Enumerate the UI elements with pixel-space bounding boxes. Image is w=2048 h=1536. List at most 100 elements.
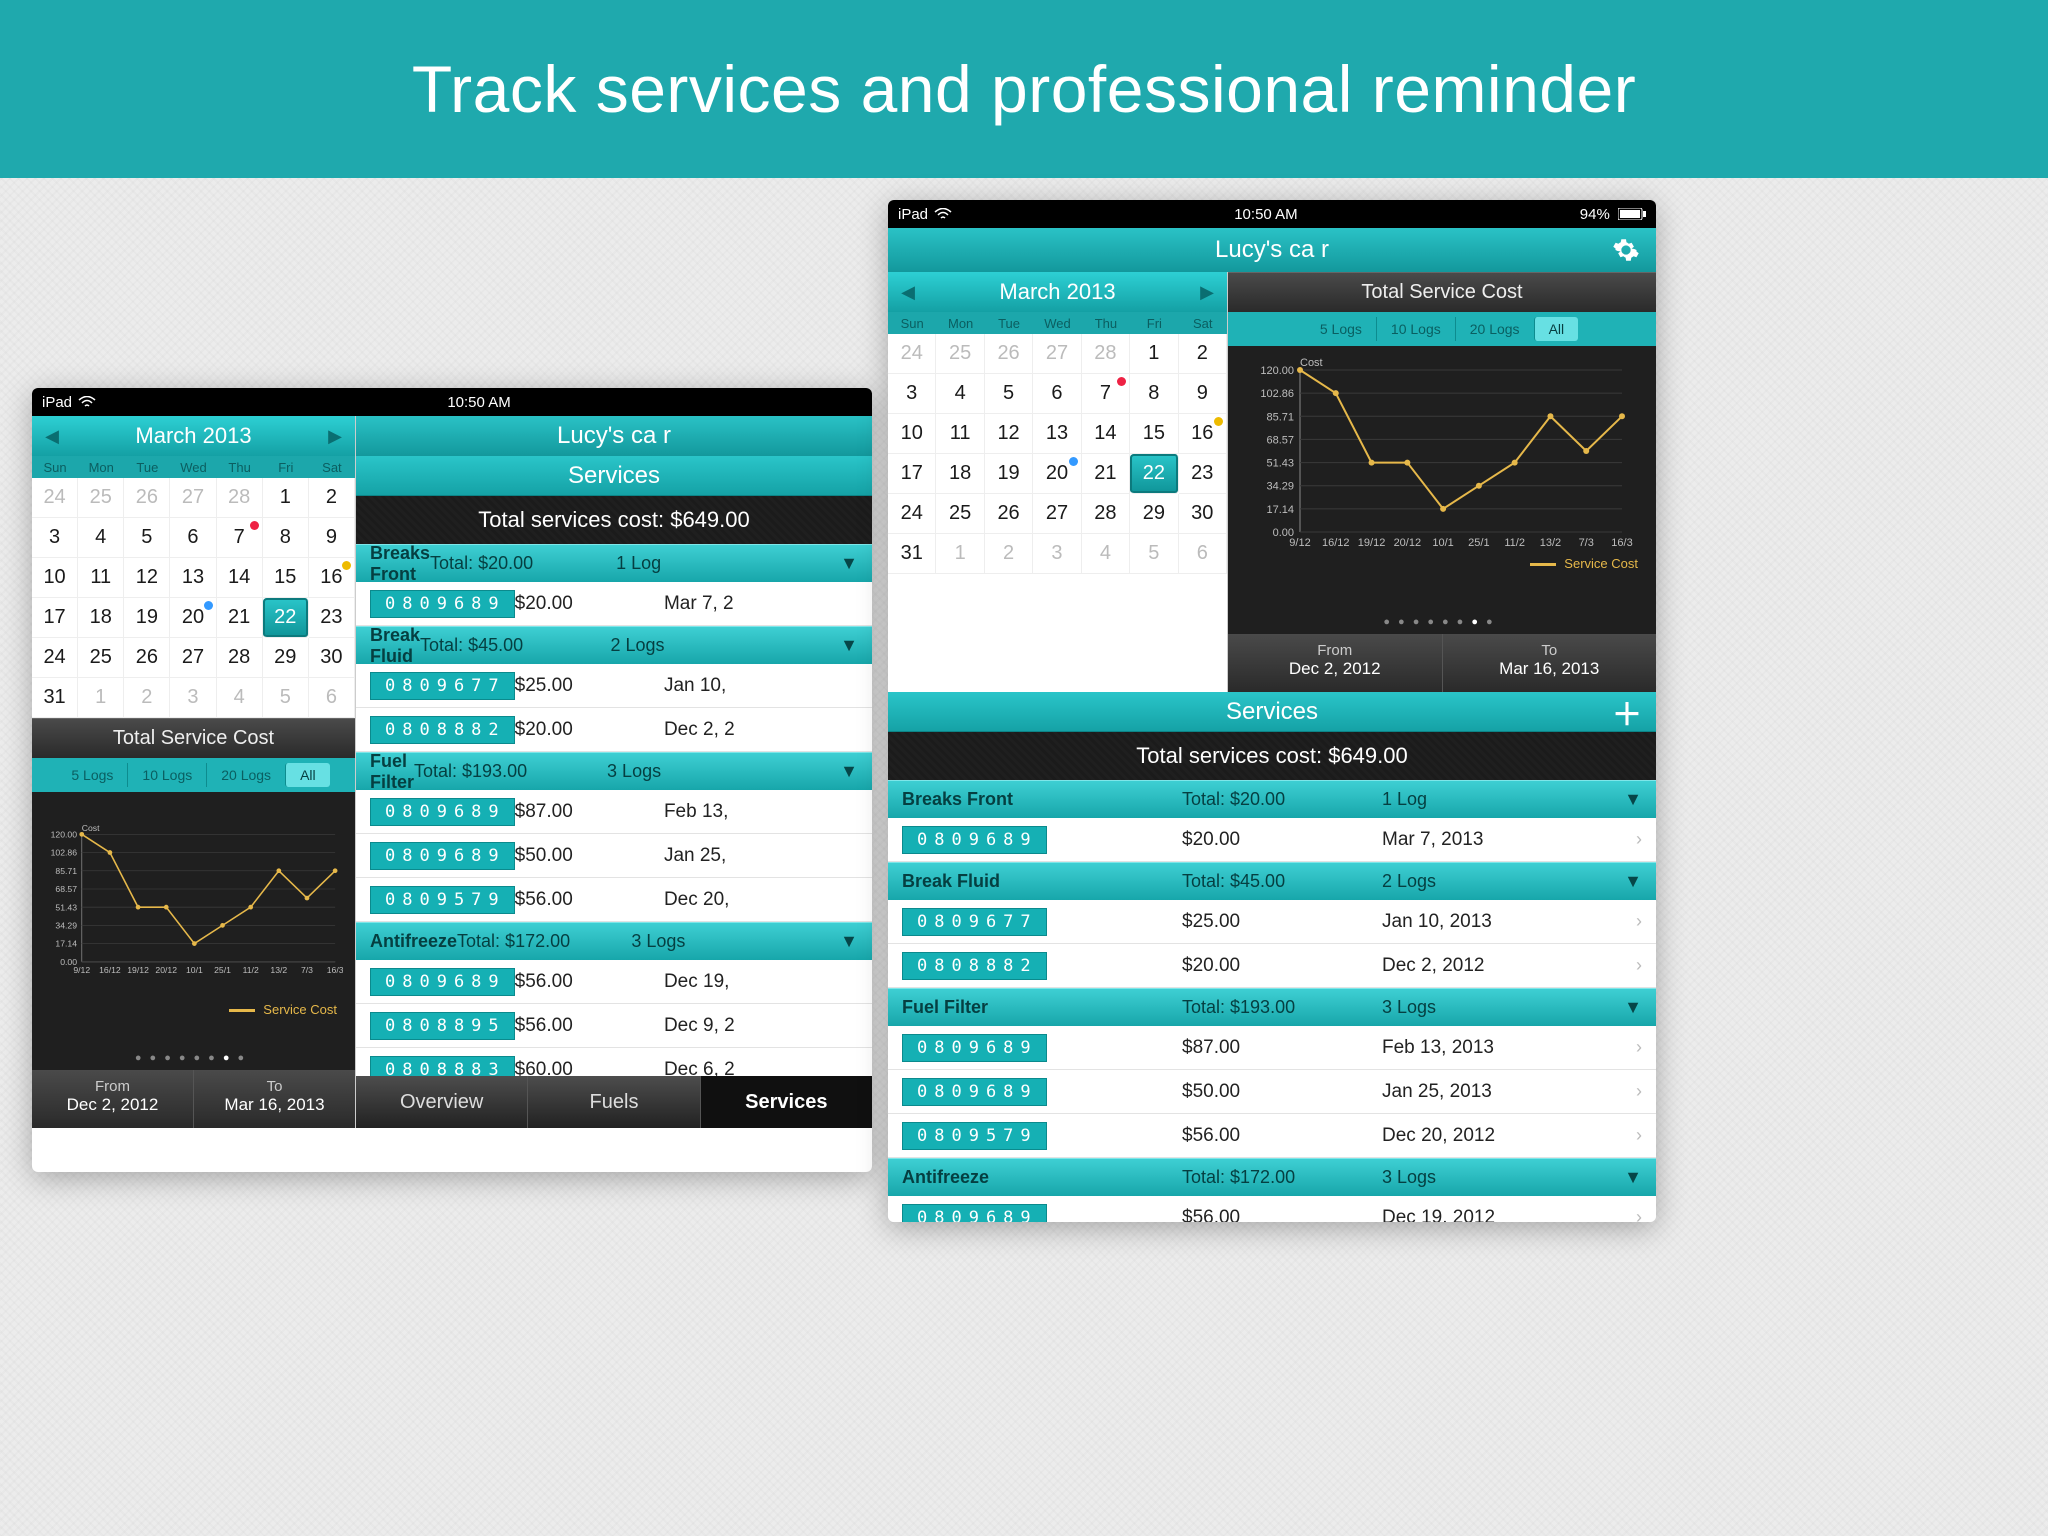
service-log-row[interactable]: 0809689 $20.00 Mar 7, 2 <box>356 582 872 626</box>
calendar-day[interactable]: 2 <box>985 534 1033 574</box>
calendar-day[interactable]: 24 <box>888 494 936 534</box>
calendar-day[interactable]: 23 <box>1179 454 1227 494</box>
calendar-day[interactable]: 3 <box>1033 534 1081 574</box>
calendar-day[interactable]: 11 <box>936 414 984 454</box>
calendar-day[interactable]: 28 <box>217 638 263 678</box>
calendar-day[interactable]: 23 <box>309 598 355 638</box>
calendar-day[interactable]: 1 <box>1130 334 1178 374</box>
service-log-row[interactable]: 0808883 $60.00 Dec 6, 2 <box>356 1048 872 1076</box>
service-log-row[interactable]: 0809689 $50.00 Jan 25, <box>356 834 872 878</box>
calendar-day[interactable]: 16 <box>1179 414 1227 454</box>
add-icon[interactable]: ＋ <box>1612 690 1642 734</box>
tab-fuels[interactable]: Fuels <box>527 1076 699 1128</box>
calendar-day[interactable]: 17 <box>32 598 78 638</box>
calendar-day[interactable]: 5 <box>263 678 309 718</box>
tab-services[interactable]: Services <box>700 1076 872 1128</box>
calendar-day[interactable]: 11 <box>78 558 124 598</box>
service-log-row[interactable]: 0809579 $56.00 Dec 20, <box>356 878 872 922</box>
calendar-day[interactable]: 30 <box>309 638 355 678</box>
calendar-day[interactable]: 4 <box>217 678 263 718</box>
calendar-day[interactable]: 30 <box>1179 494 1227 534</box>
tab-overview[interactable]: Overview <box>356 1076 527 1128</box>
calendar-day[interactable]: 28 <box>1082 334 1130 374</box>
calendar-day[interactable]: 4 <box>1082 534 1130 574</box>
calendar-day[interactable]: 22 <box>263 598 309 638</box>
calendar-day[interactable]: 31 <box>888 534 936 574</box>
service-section-header[interactable]: Fuel FilterTotal: $193.00 3 Logs▼ <box>888 988 1656 1026</box>
calendar-day[interactable]: 27 <box>170 638 216 678</box>
calendar-day[interactable]: 6 <box>1179 534 1227 574</box>
calendar-day[interactable]: 29 <box>263 638 309 678</box>
calendar-day[interactable]: 5 <box>124 518 170 558</box>
calendar-day[interactable]: 14 <box>1082 414 1130 454</box>
prev-month-icon[interactable]: ◀ <box>888 282 928 303</box>
calendar-day[interactable]: 22 <box>1130 454 1178 494</box>
segment-option[interactable]: 10 Logs <box>127 763 206 787</box>
calendar-day[interactable]: 18 <box>936 454 984 494</box>
calendar-day[interactable]: 24 <box>32 638 78 678</box>
calendar-day[interactable]: 28 <box>217 478 263 518</box>
service-section-header[interactable]: Fuel FilterTotal: $193.00 3 Logs▼ <box>356 752 872 790</box>
calendar-day[interactable]: 10 <box>32 558 78 598</box>
calendar-day[interactable]: 26 <box>124 638 170 678</box>
calendar-day[interactable]: 31 <box>32 678 78 718</box>
service-log-row[interactable]: 0809689 $87.00 Feb 13, <box>356 790 872 834</box>
calendar-day[interactable]: 21 <box>217 598 263 638</box>
service-log-row[interactable]: 0809689 $56.00 Dec 19, 2012› <box>888 1196 1656 1222</box>
service-log-row[interactable]: 0808882 $20.00 Dec 2, 2 <box>356 708 872 752</box>
segment-option[interactable]: 5 Logs <box>57 763 127 787</box>
service-section-header[interactable]: Break FluidTotal: $45.00 2 Logs▼ <box>888 862 1656 900</box>
service-section-header[interactable]: AntifreezeTotal: $172.00 3 Logs▼ <box>356 922 872 960</box>
calendar-day[interactable]: 4 <box>78 518 124 558</box>
calendar-day[interactable]: 21 <box>1082 454 1130 494</box>
calendar-day[interactable]: 28 <box>1082 494 1130 534</box>
calendar-day[interactable]: 26 <box>124 478 170 518</box>
prev-month-icon[interactable]: ◀ <box>32 426 72 447</box>
service-section-header[interactable]: Break FluidTotal: $45.00 2 Logs▼ <box>356 626 872 664</box>
calendar-day[interactable]: 19 <box>124 598 170 638</box>
service-log-row[interactable]: 0809579 $56.00 Dec 20, 2012› <box>888 1114 1656 1158</box>
calendar-day[interactable]: 24 <box>888 334 936 374</box>
calendar-day[interactable]: 20 <box>170 598 216 638</box>
calendar-day[interactable]: 1 <box>263 478 309 518</box>
calendar-day[interactable]: 15 <box>263 558 309 598</box>
segment-option[interactable]: 5 Logs <box>1306 317 1376 341</box>
calendar-day[interactable]: 8 <box>263 518 309 558</box>
calendar-day[interactable]: 25 <box>78 478 124 518</box>
calendar-day[interactable]: 7 <box>1082 374 1130 414</box>
calendar-day[interactable]: 12 <box>124 558 170 598</box>
calendar-day[interactable]: 4 <box>936 374 984 414</box>
service-log-row[interactable]: 0808895 $56.00 Dec 9, 2 <box>356 1004 872 1048</box>
calendar-day[interactable]: 13 <box>170 558 216 598</box>
segment-option[interactable]: All <box>285 763 330 787</box>
service-log-row[interactable]: 0809689 $56.00 Dec 19, <box>356 960 872 1004</box>
calendar-day[interactable]: 24 <box>32 478 78 518</box>
calendar-day[interactable]: 25 <box>78 638 124 678</box>
service-section-header[interactable]: Breaks FrontTotal: $20.00 1 Log▼ <box>356 544 872 582</box>
service-section-header[interactable]: Breaks FrontTotal: $20.00 1 Log▼ <box>888 780 1656 818</box>
chart-pager[interactable]: ●●●●●●●● <box>1228 610 1656 634</box>
segment-option[interactable]: 20 Logs <box>206 763 285 787</box>
next-month-icon[interactable]: ▶ <box>1187 282 1227 303</box>
calendar-day[interactable]: 2 <box>309 478 355 518</box>
calendar-day[interactable]: 20 <box>1033 454 1081 494</box>
service-log-row[interactable]: 0809689 $20.00 Mar 7, 2013› <box>888 818 1656 862</box>
services-list[interactable]: Breaks FrontTotal: $20.00 1 Log▼ 0809689… <box>888 780 1656 1222</box>
segment-option[interactable]: 20 Logs <box>1455 317 1534 341</box>
calendar-day[interactable]: 2 <box>1179 334 1227 374</box>
calendar-day[interactable]: 6 <box>1033 374 1081 414</box>
service-log-row[interactable]: 0809689 $87.00 Feb 13, 2013› <box>888 1026 1656 1070</box>
segment-option[interactable]: 10 Logs <box>1376 317 1455 341</box>
service-log-row[interactable]: 0809677 $25.00 Jan 10, 2013› <box>888 900 1656 944</box>
calendar-day[interactable]: 6 <box>309 678 355 718</box>
segment-option[interactable]: All <box>1534 317 1579 341</box>
calendar-day[interactable]: 19 <box>985 454 1033 494</box>
calendar-day[interactable]: 17 <box>888 454 936 494</box>
calendar-day[interactable]: 16 <box>309 558 355 598</box>
service-section-header[interactable]: AntifreezeTotal: $172.00 3 Logs▼ <box>888 1158 1656 1196</box>
calendar-day[interactable]: 27 <box>170 478 216 518</box>
calendar-day[interactable]: 3 <box>170 678 216 718</box>
chart-pager[interactable]: ●●●●●●●● <box>32 1046 355 1070</box>
service-log-row[interactable]: 0808882 $20.00 Dec 2, 2012› <box>888 944 1656 988</box>
calendar-day[interactable]: 1 <box>78 678 124 718</box>
